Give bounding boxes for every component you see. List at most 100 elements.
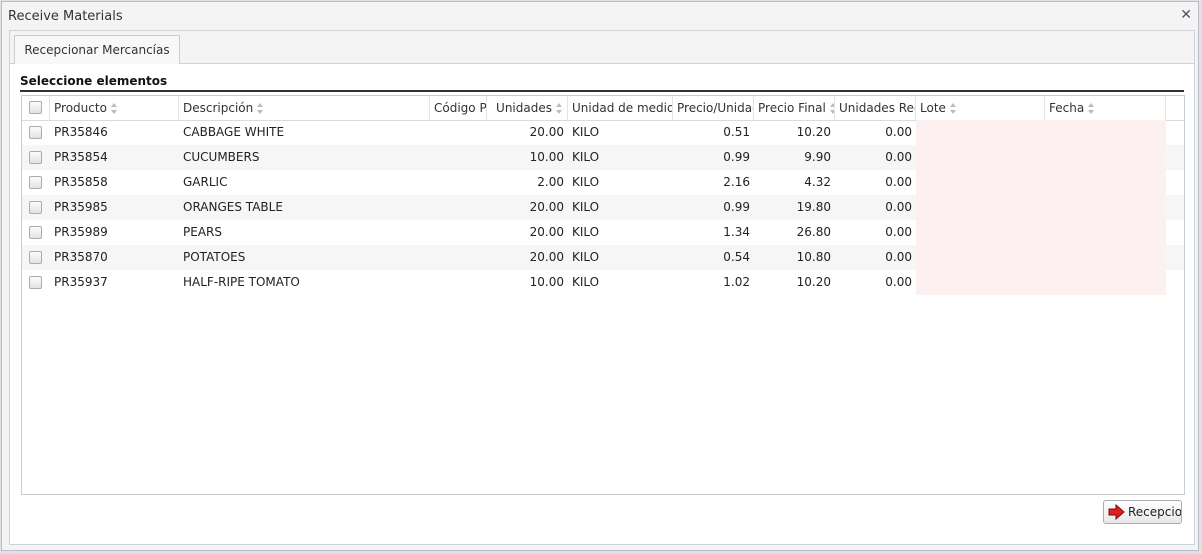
column-header-label: Fecha <box>1049 101 1085 115</box>
column-header-product[interactable]: Producto <box>50 96 179 120</box>
cell-units: 20.00 <box>529 200 564 214</box>
table-row[interactable]: PR35854 CUCUMBERS 10.00 KILO 0.99 9.90 0.00 <box>22 145 1184 170</box>
cell-code <box>430 220 487 245</box>
cell-lot[interactable] <box>916 120 1045 145</box>
cell-final-price: 10.20 <box>796 275 831 289</box>
column-header-final-price[interactable]: Precio Final <box>754 96 835 120</box>
cell-product: PR35854 <box>54 150 108 164</box>
table-row[interactable]: PR35870 POTATOES 20.00 KILO 0.54 10.80 0.00 <box>22 245 1184 270</box>
cell-code <box>430 195 487 220</box>
column-header-lot[interactable]: Lote <box>916 96 1045 120</box>
cell-code <box>430 145 487 170</box>
cell-date[interactable] <box>1045 195 1166 220</box>
close-icon[interactable]: ✕ <box>1180 7 1192 23</box>
cell-uom: KILO <box>572 275 600 289</box>
sort-icon[interactable] <box>257 103 264 114</box>
column-header-units[interactable]: Unidades <box>487 96 568 120</box>
cell-product: PR35870 <box>54 250 108 264</box>
cell-code <box>430 170 487 195</box>
row-select-checkbox[interactable] <box>29 151 42 164</box>
cell-date[interactable] <box>1045 245 1166 270</box>
cell-final-price: 10.80 <box>796 250 831 264</box>
dialog-title: Receive Materials <box>8 9 123 24</box>
cell-code <box>430 270 487 295</box>
cell-final-price: 10.20 <box>796 125 831 139</box>
receive-button-label: Recepcion <box>1128 505 1182 519</box>
cell-unit-price: 1.34 <box>723 225 750 239</box>
row-select-checkbox[interactable] <box>29 176 42 189</box>
row-select-checkbox[interactable] <box>29 201 42 214</box>
row-select-checkbox[interactable] <box>29 276 42 289</box>
cell-product: PR35846 <box>54 125 108 139</box>
select-all-checkbox[interactable] <box>29 101 42 114</box>
sort-icon[interactable] <box>556 103 563 114</box>
cell-units: 20.00 <box>529 125 564 139</box>
column-header-date[interactable]: Fecha <box>1045 96 1166 120</box>
cell-units: 2.00 <box>537 175 564 189</box>
cell-final-price: 4.32 <box>804 175 831 189</box>
table-row[interactable]: PR35985 ORANGES TABLE 20.00 KILO 0.99 19.80 0.… <box>22 195 1184 220</box>
sort-icon[interactable] <box>110 103 118 114</box>
column-header-received[interactable]: Unidades Reci <box>835 96 916 120</box>
row-select-checkbox[interactable] <box>29 226 42 239</box>
column-header-label: Descripción <box>183 101 254 115</box>
cell-received[interactable]: 0.00 <box>835 220 916 245</box>
cell-date[interactable] <box>1045 220 1166 245</box>
cell-final-price: 26.80 <box>796 225 831 239</box>
cell-code <box>430 245 487 270</box>
cell-received[interactable]: 0.00 <box>835 245 916 270</box>
cell-description: PEARS <box>183 225 222 239</box>
cell-uom: KILO <box>572 225 600 239</box>
table-row[interactable]: PR35937 HALF-RIPE TOMATO 10.00 KILO 1.02 10.2… <box>22 270 1184 295</box>
cell-date[interactable] <box>1045 170 1166 195</box>
cell-description: CABBAGE WHITE <box>183 125 285 139</box>
cell-received[interactable]: 0.00 <box>835 145 916 170</box>
tab-recepcionar-mercancias[interactable]: Recepcionar Mercancías <box>14 35 180 65</box>
cell-product: PR35989 <box>54 225 108 239</box>
sort-icon[interactable] <box>1088 103 1095 114</box>
row-select-checkbox[interactable] <box>29 251 42 264</box>
cell-received[interactable]: 0.00 <box>835 195 916 220</box>
column-header-uom[interactable]: Unidad de medida <box>568 96 673 120</box>
cell-product: PR35858 <box>54 175 108 189</box>
row-select-checkbox[interactable] <box>29 126 42 139</box>
column-header-description[interactable]: Descripción <box>179 96 430 120</box>
column-header-code[interactable]: Código Pr <box>430 96 487 120</box>
cell-units: 20.00 <box>529 225 564 239</box>
cell-unit-price: 0.54 <box>723 250 750 264</box>
cell-received[interactable]: 0.00 <box>835 120 916 145</box>
table-row[interactable]: PR35858 GARLIC 2.00 KILO 2.16 4.32 0.00 <box>22 170 1184 195</box>
column-header-label: Código Pr <box>434 101 487 115</box>
table-row[interactable]: PR35846 CABBAGE WHITE 20.00 KILO 0.51 10.20 0.… <box>22 120 1184 145</box>
cell-date[interactable] <box>1045 120 1166 145</box>
items-grid: Producto Descripción Código Pr Unidades Unid… <box>21 95 1185 495</box>
cell-lot[interactable] <box>916 270 1045 295</box>
cell-unit-price: 2.16 <box>723 175 750 189</box>
cell-description: CUCUMBERS <box>183 150 260 164</box>
sort-icon[interactable] <box>949 103 957 114</box>
cell-date[interactable] <box>1045 270 1166 295</box>
cell-lot[interactable] <box>916 245 1045 270</box>
cell-lot[interactable] <box>916 220 1045 245</box>
column-header-label: Lote <box>920 101 946 115</box>
cell-final-price: 9.90 <box>804 150 831 164</box>
cell-product: PR35937 <box>54 275 108 289</box>
table-row[interactable]: PR35989 PEARS 20.00 KILO 1.34 26.80 0.00 <box>22 220 1184 245</box>
receive-materials-dialog: Receive Materials ✕ Recepcionar Mercancí… <box>1 1 1199 551</box>
cell-received[interactable]: 0.00 <box>835 170 916 195</box>
cell-lot[interactable] <box>916 195 1045 220</box>
column-header-label: Unidades <box>496 101 552 115</box>
cell-lot[interactable] <box>916 145 1045 170</box>
cell-product: PR35985 <box>54 200 108 214</box>
column-header-unit-price[interactable]: Precio/Unidad <box>673 96 754 120</box>
cell-received[interactable]: 0.00 <box>835 270 916 295</box>
cell-description: ORANGES TABLE <box>183 200 283 214</box>
cell-date[interactable] <box>1045 145 1166 170</box>
grid-header: Producto Descripción Código Pr Unidades Unid… <box>22 96 1184 121</box>
receive-button[interactable]: Recepcion <box>1103 500 1182 524</box>
cell-units: 20.00 <box>529 250 564 264</box>
tab-panel: Seleccione elementos Producto Descripción… <box>9 64 1195 545</box>
column-header-label: Unidades Reci <box>839 101 916 115</box>
cell-description: HALF-RIPE TOMATO <box>183 275 300 289</box>
cell-lot[interactable] <box>916 170 1045 195</box>
